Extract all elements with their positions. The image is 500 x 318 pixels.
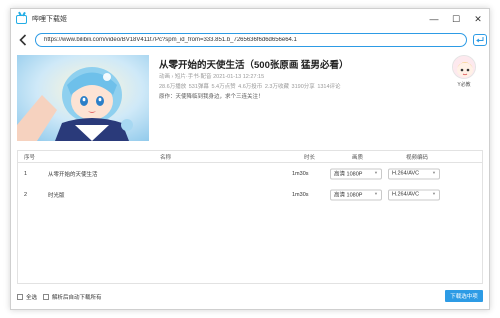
row-name: 从零开始的天使生活	[48, 171, 98, 178]
uploader-name: Y必教	[457, 82, 471, 88]
row-duration: 1m30s	[292, 170, 309, 177]
stat-likes: 5.4万点赞	[211, 84, 236, 90]
row-name: 时光版	[48, 192, 65, 199]
stat-comments: 1314评论	[317, 84, 341, 90]
stat-favorites: 2.3万收藏	[264, 84, 289, 90]
row-index: 2	[24, 191, 28, 198]
row-index: 1	[24, 170, 28, 177]
back-button[interactable]	[17, 33, 29, 47]
download-selected-button[interactable]: 下载选中项	[445, 290, 483, 302]
video-info: 从零开始的天使生活（500张原画 猛男必看） 动画 › 短片·手书·配音 202…	[17, 55, 483, 147]
avatar[interactable]	[452, 55, 476, 79]
codec-select[interactable]: H.264/AVC ▼	[388, 189, 440, 200]
checkbox-box[interactable]	[43, 294, 49, 300]
quality-select[interactable]: 高清 1080P ▼	[330, 189, 382, 200]
stat-danmaku: 531弹幕	[188, 84, 209, 90]
title-bar: 哔哩下载姬 — ☐ ✕	[11, 9, 489, 29]
header-codec: 视频编码	[406, 154, 429, 161]
chevron-down-icon: ▼	[432, 169, 436, 175]
table-header: 序号 名称 时长 画质 视频编码	[18, 151, 482, 163]
codec-value: H.264/AVC	[392, 170, 420, 177]
chevron-left-icon	[19, 34, 27, 46]
table-row[interactable]: 1 从零开始的天使生活 1m30s 高清 1080P ▼ H.264/AVC ▼	[18, 163, 482, 184]
url-input[interactable]	[35, 33, 467, 47]
header-quality: 画质	[352, 154, 364, 161]
enter-arrow-icon	[476, 37, 484, 43]
app-window: 哔哩下载姬 — ☐ ✕ https://www.bilibili.com/vid…	[10, 8, 490, 310]
uploader[interactable]: Y必教	[449, 55, 479, 88]
video-cover	[17, 55, 149, 141]
select-all-label: 全选	[26, 295, 38, 301]
download-table: 序号 名称 时长 画质 视频编码 1 从零开始的天使生活 1m30s 高清 10…	[17, 150, 483, 284]
stat-coins: 4.6万投币	[238, 84, 263, 90]
checkbox-box[interactable]	[17, 294, 23, 300]
video-stats: 28.6万播放 531弹幕 5.4万点赞 4.6万投币 2.3万收藏 3190分…	[159, 82, 341, 90]
stat-views: 28.6万播放	[159, 84, 187, 90]
window-controls: — ☐ ✕	[423, 9, 489, 29]
app-title: 哔哩下载姬	[32, 16, 67, 23]
video-title: 从零开始的天使生活（500张原画 猛男必看）	[159, 60, 349, 71]
table-row[interactable]: 2 时光版 1m30s 高清 1080P ▼ H.264/AVC ▼	[18, 184, 482, 205]
tv-icon	[16, 14, 27, 24]
header-duration: 时长	[304, 154, 316, 161]
video-description: 原作：天使降临到我身边，求个三连关注！	[159, 94, 264, 100]
header-name: 名称	[160, 154, 172, 161]
chevron-down-icon: ▼	[432, 190, 436, 196]
footer: 全选 解析后自动下载所有 下载选中项	[17, 289, 483, 305]
parse-button[interactable]	[473, 34, 487, 46]
close-button[interactable]: ✕	[467, 9, 489, 29]
codec-value: H.264/AVC	[392, 191, 420, 198]
maximize-button[interactable]: ☐	[445, 9, 467, 29]
auto-download-checkbox[interactable]: 解析后自动下载所有	[43, 293, 102, 301]
address-bar	[11, 31, 489, 49]
chevron-down-icon: ▼	[374, 190, 378, 196]
auto-download-label: 解析后自动下载所有	[52, 295, 102, 301]
quality-value: 高清 1080P	[334, 192, 363, 199]
stat-shares: 3190分享	[291, 84, 315, 90]
quality-select[interactable]: 高清 1080P ▼	[330, 168, 382, 179]
chevron-down-icon: ▼	[374, 169, 378, 175]
row-duration: 1m30s	[292, 191, 309, 198]
header-index: 序号	[24, 154, 36, 161]
anime-girl-image	[17, 55, 149, 141]
minimize-button[interactable]: —	[423, 9, 445, 29]
video-meta: 动画 › 短片·手书·配音 2021-01-13 12:27:15	[159, 74, 265, 80]
select-all-checkbox[interactable]: 全选	[17, 293, 37, 301]
quality-value: 高清 1080P	[334, 171, 363, 178]
uploader-avatar-image	[453, 56, 475, 78]
codec-select[interactable]: H.264/AVC ▼	[388, 168, 440, 179]
